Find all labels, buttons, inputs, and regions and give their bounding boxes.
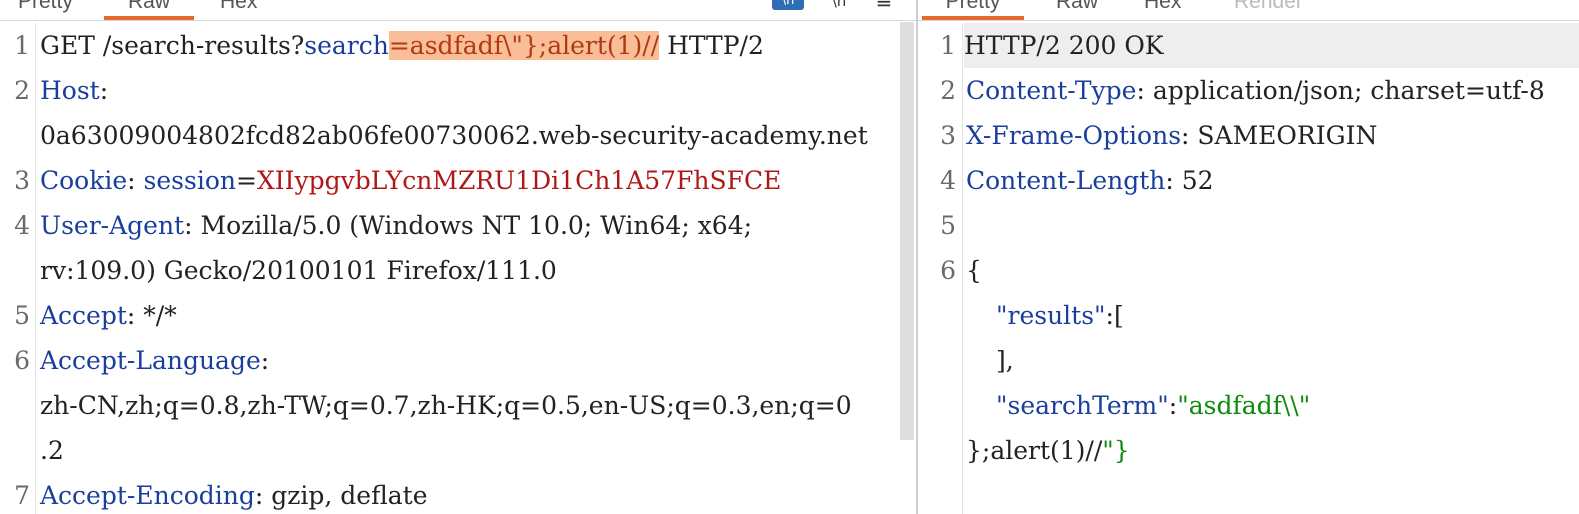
json-open-brace: {: [966, 248, 982, 293]
response-tab-bar: Pretty Raw Hex Render: [918, 0, 1579, 21]
line-number: 6: [14, 346, 30, 375]
line-number: 3: [14, 166, 30, 195]
header-value: SAMEORIGIN: [1197, 121, 1378, 150]
header-name: User-Agent: [40, 211, 185, 240]
request-tab-bar: Pretty Raw Hex \n \n ≡: [0, 0, 916, 21]
line-number: 1: [940, 31, 956, 60]
method-path: GET /search-results?: [40, 31, 305, 60]
header-name: Content-Type: [966, 76, 1137, 105]
response-editor[interactable]: 1 HTTP/2 200 OK 2 Content-Type: applicat…: [918, 23, 1579, 514]
line-number: 1: [14, 31, 30, 60]
header-value-wrap: rv:109.0) Gecko/20100101 Firefox/111.0: [40, 248, 557, 293]
header-value: .2: [40, 436, 64, 465]
request-scrollbar[interactable]: [900, 22, 914, 440]
header-colon: :: [184, 211, 201, 240]
json-line: ],: [996, 338, 1014, 383]
header-name: Accept-Encoding: [40, 481, 255, 510]
line-number: 2: [940, 76, 956, 105]
request-editor[interactable]: 1 GET /search-results?search=asdfadf\"};…: [0, 23, 916, 514]
header-name: Cookie: [40, 166, 128, 195]
payload-highlight[interactable]: asdfadf\"};alert(1)//: [409, 31, 660, 60]
header-value: Mozilla/5.0 (Windows NT 10.0; Win64; x64…: [200, 211, 753, 240]
http-version: HTTP/2: [659, 31, 764, 60]
line-number: 4: [14, 211, 30, 240]
response-tab-raw[interactable]: Raw: [1056, 0, 1098, 16]
request-tab-pretty[interactable]: Pretty: [18, 0, 73, 16]
header-line: Accept-Encoding: gzip, deflate: [40, 473, 428, 514]
header-colon: :: [99, 76, 109, 105]
json-line: "searchTerm":"asdfadf\\": [996, 383, 1310, 428]
response-gutter-divider: [962, 23, 963, 514]
header-value: zh-CN,zh;q=0.8,zh-TW;q=0.7,zh-HK;q=0.5,e…: [40, 391, 852, 420]
menu-icon[interactable]: ≡: [872, 0, 896, 11]
json-punct: :[: [1105, 301, 1124, 330]
cookie-eq: =: [235, 166, 257, 195]
header-value: rv:109.0) Gecko/20100101 Firefox/111.0: [40, 256, 557, 285]
json-key: "searchTerm": [996, 391, 1169, 420]
header-colon: :: [1136, 76, 1153, 105]
header-line: User-Agent: Mozilla/5.0 (Windows NT 10.0…: [40, 203, 752, 248]
json-line: "results":[: [996, 293, 1124, 338]
header-name: Accept: [40, 301, 127, 330]
request-tab-hex[interactable]: Hex: [220, 0, 257, 16]
json-key: "results": [996, 301, 1106, 330]
header-name: Accept-Language: [40, 346, 261, 375]
header-value-wrap: .2: [40, 428, 64, 473]
json-brace: {: [966, 256, 982, 285]
header-value: 52: [1181, 166, 1214, 195]
param-eq: =: [388, 31, 410, 60]
header-colon: :: [127, 166, 144, 195]
header-line: Accept: */*: [40, 293, 177, 338]
json-punct: ],: [996, 346, 1014, 375]
header-colon: :: [126, 301, 144, 330]
line-number: 2: [14, 76, 30, 105]
status-text: HTTP/2 200 OK: [964, 31, 1164, 60]
cookie-name: session: [143, 166, 236, 195]
line-endings-icon[interactable]: \n: [826, 0, 852, 10]
json-punct: :: [1168, 391, 1178, 420]
header-value: gzip, deflate: [271, 481, 428, 510]
line-number: 6: [940, 256, 956, 285]
status-line: HTTP/2 200 OK: [964, 23, 1579, 68]
header-colon: :: [1165, 166, 1182, 195]
header-name: Content-Length: [966, 166, 1166, 195]
header-line: Host:: [40, 68, 108, 113]
line-number: 5: [14, 301, 30, 330]
line-number: 7: [14, 481, 30, 510]
response-tab-pretty[interactable]: Pretty: [922, 0, 1024, 20]
header-colon: :: [1181, 121, 1198, 150]
header-colon: :: [254, 481, 272, 510]
header-value: */*: [143, 301, 177, 330]
cookie-value: XIIypgvbLYcnMZRU1Di1Ch1A57FhSFCE: [256, 166, 782, 195]
response-pane: Pretty Raw Hex Render 1 HTTP/2 200 OK 2 …: [918, 0, 1579, 514]
line-number: 3: [940, 121, 956, 150]
header-line: X-Frame-Options: SAMEORIGIN: [966, 113, 1377, 158]
header-name: Host: [40, 76, 100, 105]
header-line: Cookie: session=XIIypgvbLYcnMZRU1Di1Ch1A…: [40, 158, 781, 203]
header-value: application/json; charset=utf-8: [1152, 76, 1545, 105]
wrap-lines-icon[interactable]: \n: [772, 0, 804, 10]
response-tab-render[interactable]: Render: [1234, 0, 1303, 16]
header-value-wrap: 0a63009004802fcd82ab06fe00730062.web-sec…: [40, 113, 868, 158]
param-name: search: [304, 31, 389, 60]
header-colon: :: [260, 346, 270, 375]
header-line: Accept-Language:: [40, 338, 269, 383]
line-number: 5: [940, 211, 956, 240]
json-string: "}: [1102, 436, 1130, 465]
response-tab-hex[interactable]: Hex: [1144, 0, 1181, 16]
request-line: GET /search-results?search=asdfadf\"};al…: [40, 23, 764, 68]
request-pane: Pretty Raw Hex \n \n ≡ 1 GET /search-res…: [0, 0, 916, 514]
request-gutter-divider: [35, 23, 36, 514]
header-line: Content-Type: application/json; charset=…: [966, 68, 1545, 113]
json-line: };alert(1)//"}: [966, 428, 1130, 473]
host-value: 0a63009004802fcd82ab06fe00730062.web-sec…: [40, 121, 868, 150]
header-line: Content-Length: 52: [966, 158, 1214, 203]
line-number: 4: [940, 166, 956, 195]
json-string: "asdfadf\\": [1177, 391, 1311, 420]
header-value-wrap: zh-CN,zh;q=0.8,zh-TW;q=0.7,zh-HK;q=0.5,e…: [40, 383, 852, 428]
header-name: X-Frame-Options: [966, 121, 1182, 150]
json-text: };alert(1)//: [966, 436, 1103, 465]
request-tab-raw[interactable]: Raw: [104, 0, 194, 20]
